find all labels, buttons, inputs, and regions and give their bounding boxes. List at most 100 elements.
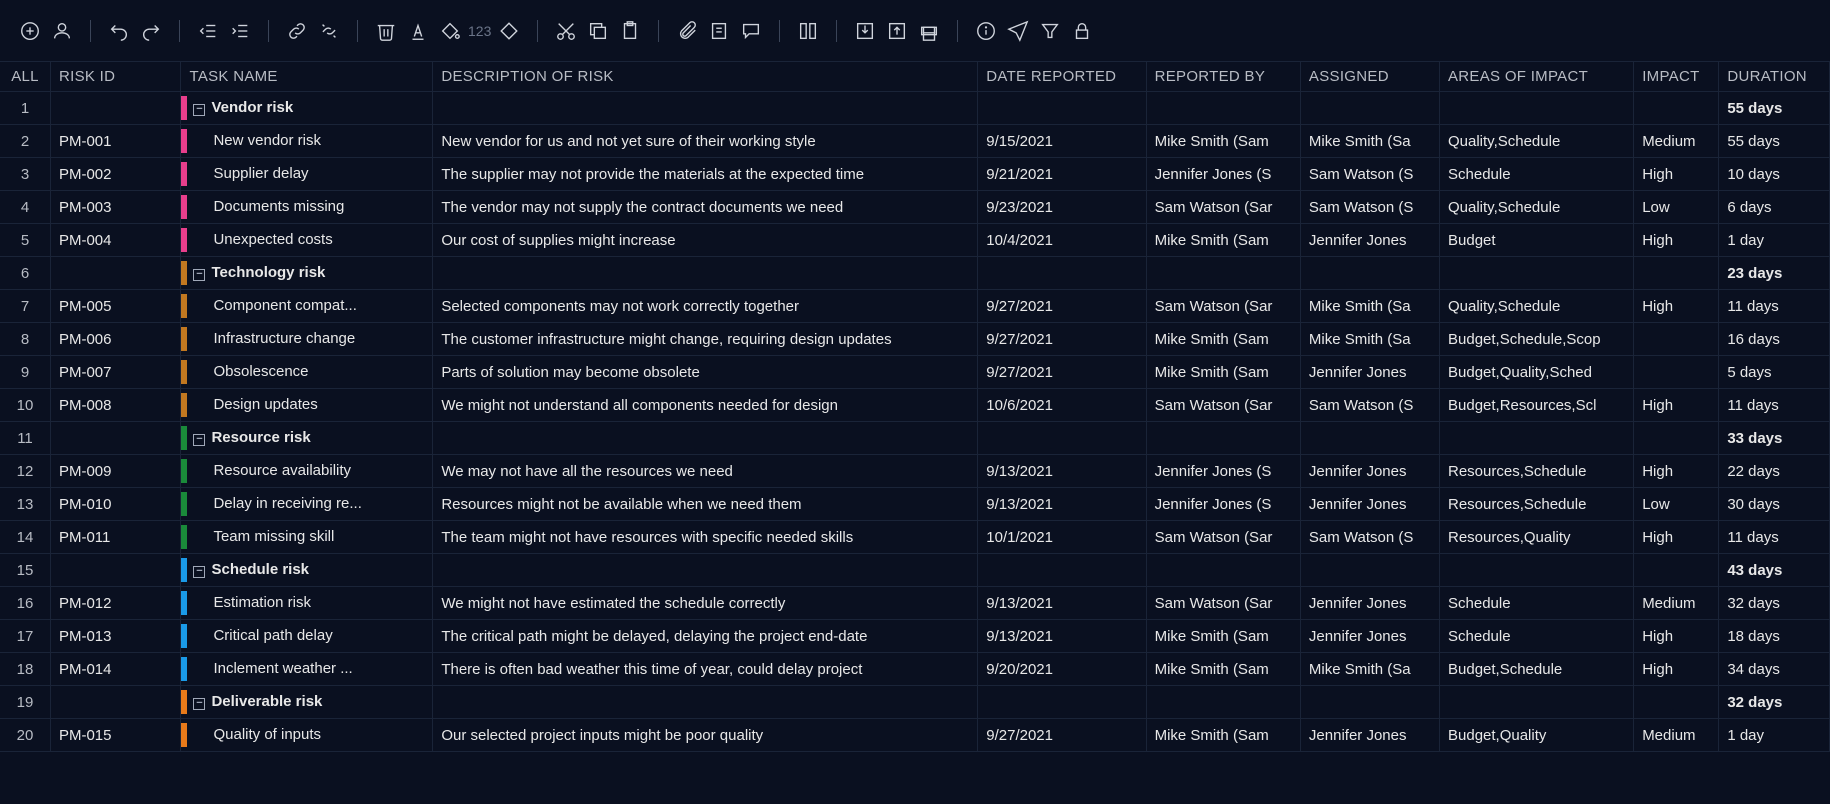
table-row[interactable]: 12PM-009Resource availabilityWe may not …	[0, 455, 1830, 488]
impact-cell[interactable]	[1634, 422, 1719, 455]
table-row[interactable]: 13PM-010Delay in receiving re...Resource…	[0, 488, 1830, 521]
assigned-cell[interactable]: Sam Watson (S	[1300, 158, 1439, 191]
description-cell[interactable]	[433, 257, 978, 290]
reported-by-cell[interactable]: Jennifer Jones (S	[1146, 455, 1300, 488]
date-cell[interactable]: 9/27/2021	[978, 356, 1146, 389]
print-icon[interactable]	[915, 17, 943, 45]
cut-icon[interactable]	[552, 17, 580, 45]
risk-id-cell[interactable]: PM-002	[50, 158, 181, 191]
reported-by-cell[interactable]	[1146, 422, 1300, 455]
duration-cell[interactable]: 5 days	[1719, 356, 1830, 389]
header-duration[interactable]: DURATION	[1719, 62, 1830, 92]
description-cell[interactable]: The critical path might be delayed, dela…	[433, 620, 978, 653]
risk-id-cell[interactable]: PM-008	[50, 389, 181, 422]
impact-cell[interactable]: High	[1634, 224, 1719, 257]
reported-by-cell[interactable]	[1146, 554, 1300, 587]
task-name-cell[interactable]: −Resource risk	[181, 422, 433, 455]
areas-cell[interactable]: Budget,Quality	[1440, 719, 1634, 752]
row-number[interactable]: 13	[0, 488, 50, 521]
table-row[interactable]: 9PM-007ObsolescenceParts of solution may…	[0, 356, 1830, 389]
header-reported-by[interactable]: REPORTED BY	[1146, 62, 1300, 92]
reported-by-cell[interactable]: Sam Watson (Sar	[1146, 290, 1300, 323]
row-number[interactable]: 6	[0, 257, 50, 290]
risk-id-cell[interactable]: PM-006	[50, 323, 181, 356]
assigned-cell[interactable]: Sam Watson (S	[1300, 521, 1439, 554]
duration-cell[interactable]: 33 days	[1719, 422, 1830, 455]
impact-cell[interactable]: High	[1634, 653, 1719, 686]
upload-icon[interactable]	[883, 17, 911, 45]
risk-id-cell[interactable]: PM-003	[50, 191, 181, 224]
description-cell[interactable]: There is often bad weather this time of …	[433, 653, 978, 686]
date-cell[interactable]: 9/13/2021	[978, 620, 1146, 653]
assigned-cell[interactable]: Mike Smith (Sa	[1300, 653, 1439, 686]
header-impact[interactable]: IMPACT	[1634, 62, 1719, 92]
areas-cell[interactable]: Budget,Resources,Scl	[1440, 389, 1634, 422]
table-row[interactable]: 5PM-004Unexpected costsOur cost of suppl…	[0, 224, 1830, 257]
areas-cell[interactable]: Schedule	[1440, 158, 1634, 191]
table-row[interactable]: 15−Schedule risk43 days	[0, 554, 1830, 587]
paste-icon[interactable]	[616, 17, 644, 45]
task-name-cell[interactable]: Delay in receiving re...	[181, 488, 433, 521]
date-cell[interactable]: 9/23/2021	[978, 191, 1146, 224]
table-row[interactable]: 11 −Resource risk 33 days	[0, 422, 1830, 455]
reported-by-cell[interactable]: Mike Smith (Sam	[1146, 653, 1300, 686]
assigned-cell[interactable]: Jennifer Jones	[1300, 455, 1439, 488]
row-number[interactable]: 17	[0, 620, 50, 653]
duration-cell[interactable]: 11 days	[1719, 290, 1830, 323]
risk-id-cell[interactable]: PM-001	[50, 125, 181, 158]
row-number[interactable]: 9	[0, 356, 50, 389]
risk-id-cell[interactable]	[50, 554, 181, 587]
risk-id-cell[interactable]: PM-010	[50, 488, 181, 521]
header-assigned[interactable]: ASSIGNED	[1300, 62, 1439, 92]
areas-cell[interactable]: Quality,Schedule	[1440, 290, 1634, 323]
description-cell[interactable]: We might not understand all components n…	[433, 389, 978, 422]
row-number[interactable]: 7	[0, 290, 50, 323]
impact-cell[interactable]	[1634, 686, 1719, 719]
undo-icon[interactable]	[105, 17, 133, 45]
duration-cell[interactable]: 11 days	[1719, 389, 1830, 422]
risk-id-cell[interactable]: PM-014	[50, 653, 181, 686]
description-cell[interactable]: Parts of solution may become obsolete	[433, 356, 978, 389]
note-icon[interactable]	[705, 17, 733, 45]
areas-cell[interactable]: Budget,Quality,Sched	[1440, 356, 1634, 389]
description-cell[interactable]: Our cost of supplies might increase	[433, 224, 978, 257]
areas-cell[interactable]: Quality,Schedule	[1440, 191, 1634, 224]
date-cell[interactable]: 9/27/2021	[978, 290, 1146, 323]
task-name-cell[interactable]: Infrastructure change	[181, 323, 433, 356]
link-icon[interactable]	[283, 17, 311, 45]
description-cell[interactable]: We might not have estimated the schedule…	[433, 587, 978, 620]
number-format-icon[interactable]: 123	[468, 23, 491, 39]
duration-cell[interactable]: 1 day	[1719, 224, 1830, 257]
user-icon[interactable]	[48, 17, 76, 45]
assigned-cell[interactable]: Jennifer Jones	[1300, 719, 1439, 752]
lock-icon[interactable]	[1068, 17, 1096, 45]
description-cell[interactable]: Selected components may not work correct…	[433, 290, 978, 323]
task-name-cell[interactable]: New vendor risk	[181, 125, 433, 158]
row-number[interactable]: 11	[0, 422, 50, 455]
date-cell[interactable]	[978, 257, 1146, 290]
description-cell[interactable]	[433, 422, 978, 455]
impact-cell[interactable]: High	[1634, 620, 1719, 653]
header-date-reported[interactable]: DATE REPORTED	[978, 62, 1146, 92]
reported-by-cell[interactable]: Sam Watson (Sar	[1146, 587, 1300, 620]
date-cell[interactable]: 9/27/2021	[978, 323, 1146, 356]
table-row[interactable]: 4PM-003Documents missingThe vendor may n…	[0, 191, 1830, 224]
collapse-icon[interactable]: −	[193, 269, 205, 281]
row-number[interactable]: 12	[0, 455, 50, 488]
duration-cell[interactable]: 22 days	[1719, 455, 1830, 488]
assigned-cell[interactable]	[1300, 422, 1439, 455]
fill-icon[interactable]	[436, 17, 464, 45]
areas-cell[interactable]	[1440, 92, 1634, 125]
duration-cell[interactable]: 18 days	[1719, 620, 1830, 653]
assigned-cell[interactable]	[1300, 554, 1439, 587]
description-cell[interactable]: The customer infrastructure might change…	[433, 323, 978, 356]
assigned-cell[interactable]: Jennifer Jones	[1300, 620, 1439, 653]
task-name-cell[interactable]: Documents missing	[181, 191, 433, 224]
description-cell[interactable]: The supplier may not provide the materia…	[433, 158, 978, 191]
impact-cell[interactable]: High	[1634, 290, 1719, 323]
duration-cell[interactable]: 32 days	[1719, 686, 1830, 719]
description-cell[interactable]	[433, 554, 978, 587]
trash-icon[interactable]	[372, 17, 400, 45]
row-number[interactable]: 10	[0, 389, 50, 422]
task-name-cell[interactable]: Resource availability	[181, 455, 433, 488]
